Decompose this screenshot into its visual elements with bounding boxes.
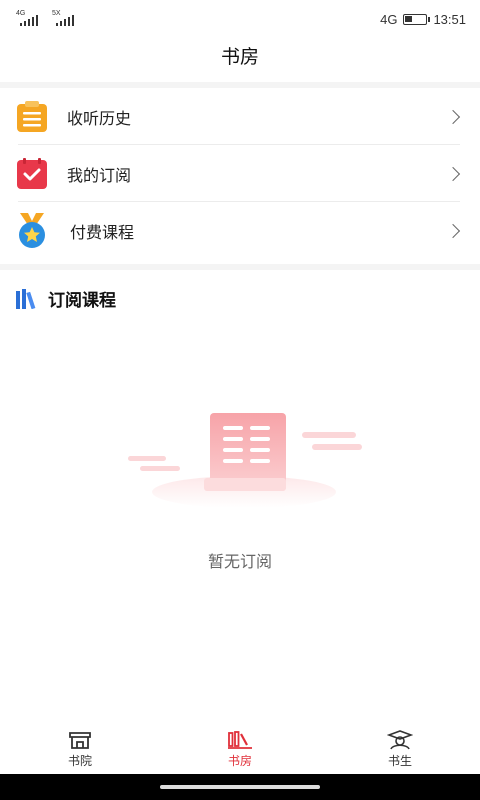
medal-star-icon xyxy=(19,212,45,248)
bookshelf-icon xyxy=(228,731,252,749)
section-divider xyxy=(0,264,480,270)
menu-item-paid-courses[interactable]: 付费课程 xyxy=(0,202,480,259)
tab-label: 书生 xyxy=(387,754,412,768)
menu-item-my-subscriptions[interactable]: 我的订阅 xyxy=(0,145,480,202)
chevron-right-icon xyxy=(445,166,461,181)
tab-scholar[interactable]: 书生 xyxy=(320,724,480,774)
chevron-right-icon xyxy=(445,223,461,238)
calendar-check-icon xyxy=(17,157,47,189)
menu-item-label: 收听历史 xyxy=(67,110,132,128)
system-nav-bar xyxy=(0,774,480,800)
battery-icon xyxy=(403,14,431,25)
empty-state-text: 暂无订阅 xyxy=(207,554,272,571)
menu-item-label: 我的订阅 xyxy=(67,167,132,185)
section-title: 订阅课程 xyxy=(48,291,116,310)
section-heading: 订阅课程 xyxy=(16,286,116,311)
home-gesture-bar[interactable] xyxy=(160,785,320,789)
menu-item-listen-history[interactable]: 收听历史 xyxy=(0,88,480,145)
tab-study[interactable]: 书房 xyxy=(160,724,320,774)
tab-label: 书房 xyxy=(227,754,252,768)
signal-strength-icon: 4G xyxy=(16,10,44,26)
menu-list: 收听历史 我的订阅 付费课程 xyxy=(0,88,480,259)
clipboard-list-icon xyxy=(17,100,47,132)
empty-document-illustration xyxy=(128,413,362,508)
clock: 13:51 xyxy=(433,12,466,27)
signal-strength-icon: 5X xyxy=(52,10,80,26)
menu-item-label: 付费课程 xyxy=(70,224,135,242)
scholar-icon xyxy=(387,730,413,750)
tab-academy[interactable]: 书院 xyxy=(0,724,160,774)
bottom-tab-bar: 书院 书房 书生 xyxy=(0,724,480,774)
chevron-right-icon xyxy=(445,109,461,124)
page-title: 书房 xyxy=(220,47,259,68)
academy-icon xyxy=(69,732,91,749)
books-icon xyxy=(16,288,36,309)
tab-label: 书院 xyxy=(67,754,92,768)
status-bar: 4G 5X 4G 13:51 xyxy=(0,0,480,40)
signal-indicators: 4G 5X xyxy=(16,10,80,26)
page-header: 书房 xyxy=(0,40,480,82)
network-type: 4G xyxy=(380,12,398,27)
